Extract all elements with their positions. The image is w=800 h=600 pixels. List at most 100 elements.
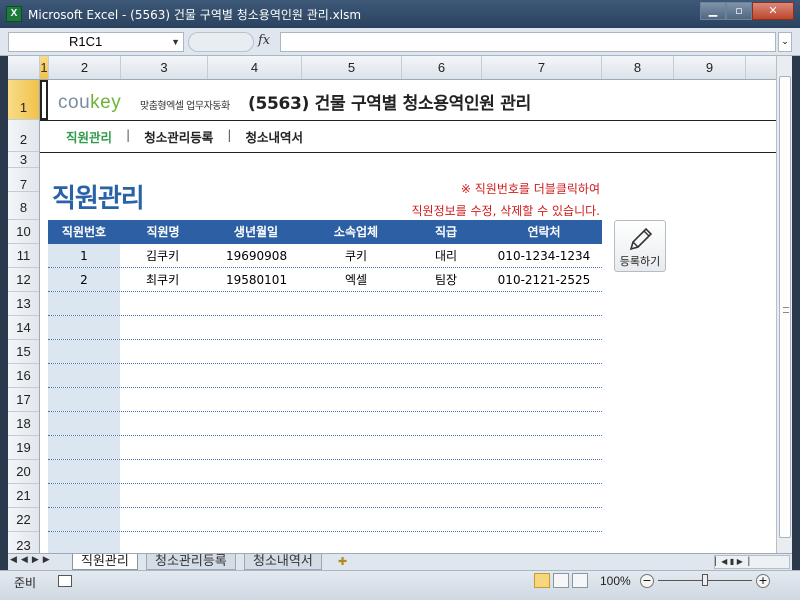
row-header[interactable]: 8 <box>8 192 39 220</box>
sheet-tab-cleaning-report[interactable]: 청소내역서 <box>244 554 322 570</box>
pencil-icon <box>629 227 653 251</box>
cell-id[interactable] <box>48 484 120 507</box>
table-row[interactable]: 2 최쿠키 19580101 엑셀 팀장 010-2121-2525 <box>48 268 602 292</box>
register-button[interactable]: 등록하기 <box>614 220 666 272</box>
cell-name[interactable]: 김쿠키 <box>120 244 206 267</box>
row-header[interactable]: 14 <box>8 316 39 340</box>
cell-id[interactable] <box>48 316 120 339</box>
row-header[interactable]: 11 <box>8 244 39 268</box>
row-header[interactable]: 13 <box>8 292 39 316</box>
excel-app-icon[interactable]: X <box>6 6 22 22</box>
column-header[interactable]: 3 <box>121 56 208 79</box>
active-cell-r1c1[interactable] <box>40 80 48 120</box>
empty-table-row[interactable] <box>48 484 602 508</box>
function-icon[interactable]: fx <box>258 33 270 48</box>
cell-id[interactable]: 1 <box>48 244 120 267</box>
empty-table-row[interactable] <box>48 460 602 484</box>
empty-table-row[interactable] <box>48 508 602 532</box>
column-header[interactable]: 9 <box>674 56 746 79</box>
cell-id[interactable]: 2 <box>48 268 120 291</box>
row-header[interactable]: 1 <box>8 80 39 120</box>
horizontal-scrollbar[interactable]: ▏◀ ▮ ▶▕ <box>714 555 790 569</box>
cell-rank[interactable]: 팀장 <box>406 268 486 291</box>
cell-id[interactable] <box>48 388 120 411</box>
row-header[interactable]: 20 <box>8 460 39 484</box>
cell-rank[interactable]: 대리 <box>406 244 486 267</box>
name-box-value: R1C1 <box>69 34 103 49</box>
row-header[interactable]: 7 <box>8 168 39 192</box>
insert-sheet-icon[interactable]: ✚ <box>338 555 347 568</box>
page-break-view-icon[interactable] <box>572 573 588 588</box>
column-header[interactable]: 8 <box>602 56 674 79</box>
scrollbar-thumb[interactable] <box>779 76 791 538</box>
cell-id[interactable] <box>48 532 120 553</box>
normal-view-icon[interactable] <box>534 573 550 588</box>
page-layout-view-icon[interactable] <box>553 573 569 588</box>
column-header[interactable]: 7 <box>482 56 602 79</box>
cell-id[interactable] <box>48 436 120 459</box>
select-all-corner[interactable] <box>8 56 40 79</box>
empty-table-row[interactable] <box>48 316 602 340</box>
cell-id[interactable] <box>48 340 120 363</box>
row-header[interactable]: 3 <box>8 152 39 168</box>
zoom-out-icon[interactable]: − <box>640 574 654 588</box>
vertical-scrollbar[interactable] <box>776 56 792 553</box>
empty-table-row[interactable] <box>48 340 602 364</box>
cell-phone[interactable]: 010-1234-1234 <box>486 244 602 267</box>
table-row[interactable]: 1 김쿠키 19690908 쿠키 대리 010-1234-1234 <box>48 244 602 268</box>
zoom-slider-handle[interactable] <box>702 574 708 586</box>
column-header[interactable]: 6 <box>402 56 482 79</box>
empty-table-row[interactable] <box>48 364 602 388</box>
row-header[interactable]: 10 <box>8 220 39 244</box>
zoom-in-icon[interactable]: + <box>756 574 770 588</box>
row-header[interactable]: 15 <box>8 340 39 364</box>
cell-id[interactable] <box>48 460 120 483</box>
sheet-tab-staff[interactable]: 직원관리 <box>72 554 138 570</box>
close-button[interactable]: ✕ <box>752 2 794 20</box>
row-header[interactable]: 18 <box>8 412 39 436</box>
zoom-level[interactable]: 100% <box>600 574 631 588</box>
cell-id[interactable] <box>48 508 120 531</box>
empty-table-row[interactable] <box>48 388 602 412</box>
cell-id[interactable] <box>48 364 120 387</box>
empty-table-row[interactable] <box>48 532 602 553</box>
column-header[interactable]: 4 <box>208 56 302 79</box>
row-header[interactable]: 12 <box>8 268 39 292</box>
nav-link-cleaning-register[interactable]: 청소관리등록 <box>144 127 213 146</box>
row-header[interactable]: 17 <box>8 388 39 412</box>
empty-table-row[interactable] <box>48 412 602 436</box>
restore-button[interactable]: ▫ <box>726 2 752 20</box>
formula-input[interactable] <box>280 32 776 52</box>
column-header[interactable]: 1 <box>40 56 49 79</box>
cell-id[interactable] <box>48 412 120 435</box>
section-title: 직원관리 <box>52 184 145 214</box>
name-box[interactable]: R1C1 ▼ <box>8 32 184 52</box>
row-header[interactable]: 19 <box>8 436 39 460</box>
cell-birthdate[interactable]: 19690908 <box>206 244 306 267</box>
logo-accent: key <box>90 92 122 113</box>
macro-record-icon[interactable] <box>58 575 72 587</box>
cell-birthdate[interactable]: 19580101 <box>206 268 306 291</box>
cell-phone[interactable]: 010-2121-2525 <box>486 268 602 291</box>
logo-main: cou <box>58 92 91 113</box>
row-header[interactable]: 22 <box>8 508 39 532</box>
row-header[interactable]: 2 <box>8 120 39 152</box>
row-header[interactable]: 16 <box>8 364 39 388</box>
chevron-down-icon[interactable]: ▼ <box>171 33 180 51</box>
cell-name[interactable]: 최쿠키 <box>120 268 206 291</box>
empty-table-row[interactable] <box>48 436 602 460</box>
nav-link-staff[interactable]: 직원관리 <box>66 127 112 146</box>
cell-company[interactable]: 엑셀 <box>306 268 406 291</box>
sheet-tab-cleaning-register[interactable]: 청소관리등록 <box>146 554 236 570</box>
nav-link-cleaning-report[interactable]: 청소내역서 <box>245 127 303 146</box>
minimize-button[interactable]: ▁ <box>700 2 726 20</box>
tab-scroll-arrows[interactable]: ◀◀▶▶ <box>10 555 54 565</box>
row-header[interactable]: 21 <box>8 484 39 508</box>
expand-formula-bar-icon[interactable]: ⌄ <box>778 32 792 52</box>
cell-company[interactable]: 쿠키 <box>306 244 406 267</box>
column-header[interactable]: 2 <box>49 56 121 79</box>
empty-table-row[interactable] <box>48 292 602 316</box>
column-header[interactable]: 5 <box>302 56 402 79</box>
cell-id[interactable] <box>48 292 120 315</box>
row-header[interactable]: 23 <box>8 532 39 553</box>
